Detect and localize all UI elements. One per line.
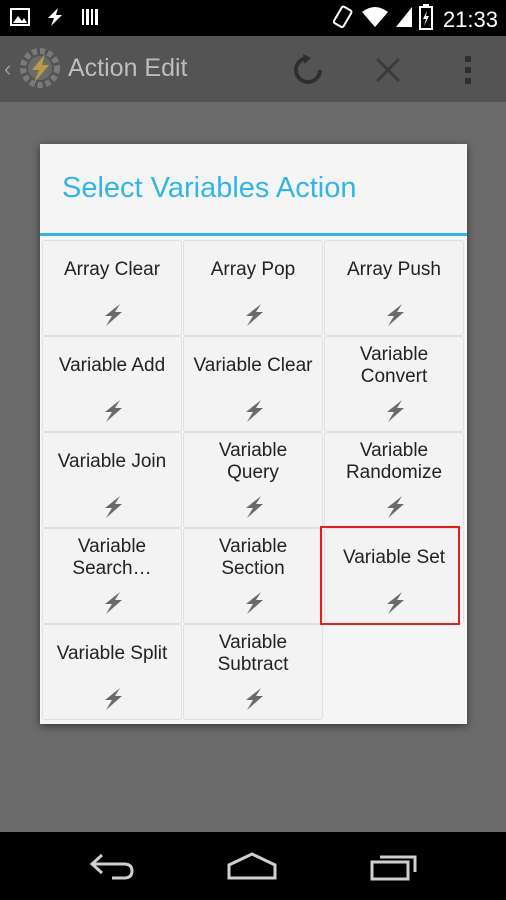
lightning-icon (382, 591, 408, 615)
back-icon[interactable] (82, 844, 142, 888)
action-item-label: Variable Clear (193, 355, 313, 376)
image-notification-icon (10, 8, 30, 31)
action-item-label: Variable Join (57, 451, 167, 472)
action-item-label: Array Clear (63, 259, 161, 280)
lightning-icon (241, 495, 267, 519)
action-item-variable-add[interactable]: Variable Add (42, 336, 182, 432)
action-grid: Array Clear Array Pop Array Push Variable A… (42, 240, 466, 720)
dialog-title: Select Variables Action (62, 172, 357, 204)
action-item-variable-set[interactable]: Variable Set (324, 528, 464, 624)
lightning-icon (382, 399, 408, 423)
action-item-variable-section[interactable]: Variable Section (183, 528, 323, 624)
action-item-variable-search[interactable]: Variable Search… (42, 528, 182, 624)
lightning-icon (100, 591, 126, 615)
lightning-icon (100, 687, 126, 711)
lightning-icon (241, 591, 267, 615)
wifi-icon (361, 6, 389, 33)
action-item-variable-convert[interactable]: Variable Convert (324, 336, 464, 432)
lightning-icon (241, 303, 267, 327)
action-item-variable-randomize[interactable]: Variable Randomize (324, 432, 464, 528)
lightning-icon (382, 303, 408, 327)
action-item-label: Variable Set (342, 547, 446, 568)
lightning-icon (382, 495, 408, 519)
tasker-notification-icon (44, 7, 66, 32)
refresh-icon[interactable] (288, 50, 328, 90)
back-chevron-icon[interactable]: ‹ (4, 56, 11, 82)
lightning-icon (241, 399, 267, 423)
action-item-array-clear[interactable]: Array Clear (42, 240, 182, 336)
tasker-app-icon[interactable] (18, 46, 62, 95)
action-item-label: Variable Section (218, 536, 288, 579)
rotation-icon (329, 4, 355, 35)
action-item-label: Variable Query (218, 440, 288, 483)
action-item-label: Variable Split (56, 643, 168, 664)
dialog-divider (40, 233, 467, 236)
action-item-label: Array Pop (210, 259, 296, 280)
action-item-label: Variable Subtract (217, 632, 289, 675)
barcode-notification-icon (80, 7, 100, 32)
select-action-dialog: Select Variables Action Array Clear Array… (40, 144, 467, 724)
action-item-variable-subtract[interactable]: Variable Subtract (183, 624, 323, 720)
action-item-variable-join[interactable]: Variable Join (42, 432, 182, 528)
action-item-label: Array Push (347, 259, 441, 280)
action-item-array-pop[interactable]: Array Pop (183, 240, 323, 336)
action-item-label: Variable Randomize (345, 440, 443, 483)
clock: 21:33 (442, 6, 498, 32)
navigation-bar (0, 832, 506, 900)
signal-icon (395, 6, 413, 33)
recent-apps-icon[interactable] (364, 844, 424, 888)
lightning-icon (100, 495, 126, 519)
action-item-label: Variable Convert (359, 344, 429, 387)
lightning-icon (241, 687, 267, 711)
close-icon[interactable] (368, 50, 408, 90)
action-item-variable-clear[interactable]: Variable Clear (183, 336, 323, 432)
action-item-array-push[interactable]: Array Push (324, 240, 464, 336)
page-title: Action Edit (68, 54, 188, 82)
overflow-menu-icon[interactable] (448, 50, 488, 90)
action-item-label: Variable Search… (72, 536, 152, 579)
battery-icon (418, 4, 433, 35)
action-bar: ‹ Action Edit (0, 36, 506, 102)
lightning-icon (100, 399, 126, 423)
lightning-icon (100, 303, 126, 327)
action-item-variable-query[interactable]: Variable Query (183, 432, 323, 528)
action-item-label: Variable Add (58, 355, 166, 376)
action-item-variable-split[interactable]: Variable Split (42, 624, 182, 720)
home-icon[interactable] (222, 844, 282, 888)
status-bar: 21:33 (0, 0, 506, 36)
